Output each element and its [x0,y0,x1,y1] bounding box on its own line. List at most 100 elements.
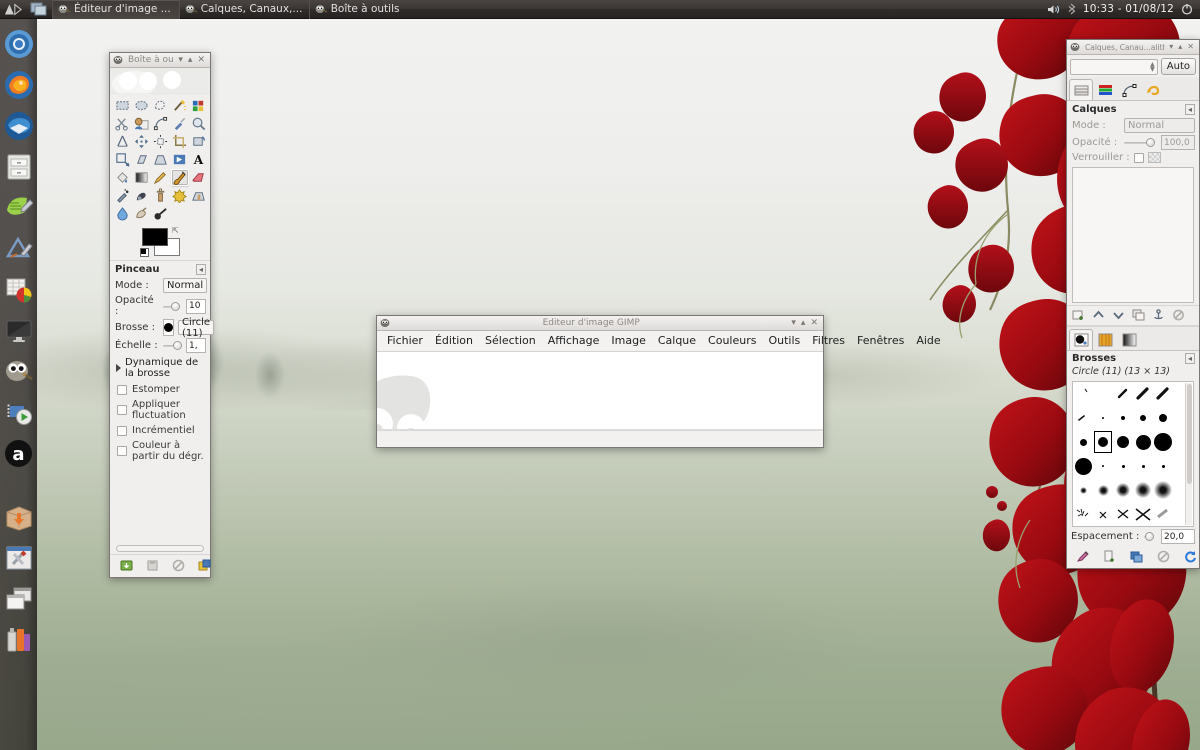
restore-options-icon[interactable] [146,559,159,572]
duplicate-brush-icon[interactable] [1130,550,1143,563]
mode-select[interactable]: Normal [163,278,208,293]
brush-item[interactable] [1133,454,1153,478]
bfs-arrow-logo[interactable] [0,0,26,19]
spacing-value[interactable]: 20,0 [1161,529,1195,544]
bluetooth-icon[interactable] [1067,3,1076,15]
pencil-tool[interactable] [151,169,169,186]
lock-alpha-checkbox[interactable] [1133,152,1144,163]
scale-slider[interactable] [163,339,182,352]
smudge-tool[interactable] [132,205,150,222]
heal-tool[interactable] [171,187,189,204]
launcher-item-gimp[interactable] [0,351,37,392]
brush-item[interactable] [1153,478,1173,502]
brush-item[interactable] [1073,502,1093,526]
brush-item[interactable] [1073,406,1093,430]
launcher-item-file-cabinet[interactable] [0,146,37,187]
undo-history-tab[interactable] [1141,79,1165,100]
task-tab-2[interactable]: Boîte à outils [308,0,408,19]
brush-item[interactable] [1093,382,1113,406]
checkbox-appliquer-fluctuation[interactable]: Appliquer fluctuation [110,397,210,423]
brush-item[interactable] [1133,430,1153,454]
brush-item[interactable] [1093,502,1113,526]
auto-button[interactable]: Auto [1160,58,1196,75]
menu-filtres[interactable]: Filtres [806,333,851,348]
delete-layer-icon[interactable] [1172,309,1185,321]
launcher-item-workspace-switcher[interactable] [0,578,37,619]
zoom-tool[interactable] [190,115,208,132]
launcher-item-libreoffice-calc[interactable] [0,269,37,310]
dock-titlebar[interactable]: Calques, Canau...alith, Dégradés ▾ ▴ ✕ [1067,40,1199,55]
maximize-button[interactable]: ▴ [801,318,806,328]
brush-item[interactable] [1113,406,1133,430]
align-tool[interactable] [151,133,169,150]
ellipse-select-tool[interactable] [132,97,150,114]
brush-item[interactable] [1133,526,1153,527]
foreground-select-tool[interactable] [132,115,150,132]
opacity-slider[interactable] [163,300,182,313]
rect-select-tool[interactable] [113,97,131,114]
gradients-tab[interactable] [1117,329,1141,350]
patterns-tab[interactable] [1093,329,1117,350]
brush-item[interactable] [1153,502,1173,526]
launcher-item-thunderbird[interactable] [0,105,37,146]
toolbox-window[interactable]: Boîte à outils ▾ ▴ ✕ [109,52,215,578]
checkbox-estomper[interactable]: Estomper [110,382,210,397]
rotate-tool[interactable] [190,133,208,150]
perspective-tool[interactable] [151,151,169,168]
delete-options-icon[interactable] [172,559,185,572]
brush-item[interactable] [1133,382,1153,406]
spacing-slider[interactable] [1144,530,1156,543]
editor-canvas[interactable] [377,352,823,430]
layers-menu-icon[interactable]: ◂ [1184,104,1195,115]
image-selector-combo[interactable]: ▲ ▼ [1070,58,1158,75]
tool-options-menu-icon[interactable]: ◂ [195,264,206,275]
move-tool[interactable] [132,133,150,150]
layer-mode-select[interactable]: Normal [1124,118,1195,133]
lower-layer-icon[interactable] [1112,309,1125,321]
brush-item[interactable] [1133,406,1153,430]
volume-icon[interactable] [1047,4,1060,15]
brush-item[interactable] [1113,478,1133,502]
duplicate-layer-icon[interactable] [1132,309,1145,321]
paintbrush-tool[interactable] [170,169,189,186]
close-button[interactable]: ✕ [1187,43,1194,51]
brush-item[interactable] [1133,478,1153,502]
refresh-brushes-icon[interactable] [1184,550,1197,563]
scissors-select-tool[interactable] [113,115,131,132]
launcher-item-display-settings[interactable] [0,310,37,351]
paths-tool[interactable] [151,115,169,132]
editor-menubar[interactable]: Fichier Édition Sélection Affichage Imag… [377,331,941,352]
brush-item[interactable] [1113,382,1133,406]
close-button[interactable]: ✕ [197,55,205,65]
brush-item[interactable] [1073,526,1093,527]
default-colors-icon[interactable] [140,248,149,257]
checkbox-couleur-degrade[interactable]: Couleur à partir du dégr. [110,438,210,464]
launcher-item-software-updater[interactable] [0,496,37,537]
scale-tool[interactable] [113,151,131,168]
task-tab-0[interactable]: Éditeur d'image ... [52,0,179,19]
menu-aide[interactable]: Aide [910,333,946,348]
gradient-tool[interactable] [132,169,150,186]
layer-opacity-value[interactable]: 100,0 [1161,135,1195,150]
perspective-clone-tool[interactable] [190,187,208,204]
checkbox-incrementiel[interactable]: Incrémentiel [110,423,210,438]
free-select-tool[interactable] [151,97,169,114]
brush-item[interactable] [1153,526,1173,527]
eraser-tool[interactable] [190,169,208,186]
crop-tool[interactable] [171,133,189,150]
launcher-item-media-player[interactable] [0,392,37,433]
clone-tool[interactable] [151,187,169,204]
dodge-burn-tool[interactable] [151,205,169,222]
brush-item[interactable] [1093,526,1113,527]
menu-image[interactable]: Image [605,333,651,348]
anchor-layer-icon[interactable] [1152,309,1165,321]
brush-item[interactable] [1113,454,1133,478]
brush-grid-scrollbar[interactable] [1185,383,1192,525]
select-by-color-tool[interactable] [190,97,208,114]
opacity-value[interactable]: 10 [186,298,206,314]
brush-item[interactable] [1093,454,1113,478]
brush-item[interactable] [1073,454,1093,478]
brushes-menu-icon[interactable]: ◂ [1184,353,1195,364]
shear-tool[interactable] [132,151,150,168]
minimize-button[interactable]: ▾ [178,55,183,65]
